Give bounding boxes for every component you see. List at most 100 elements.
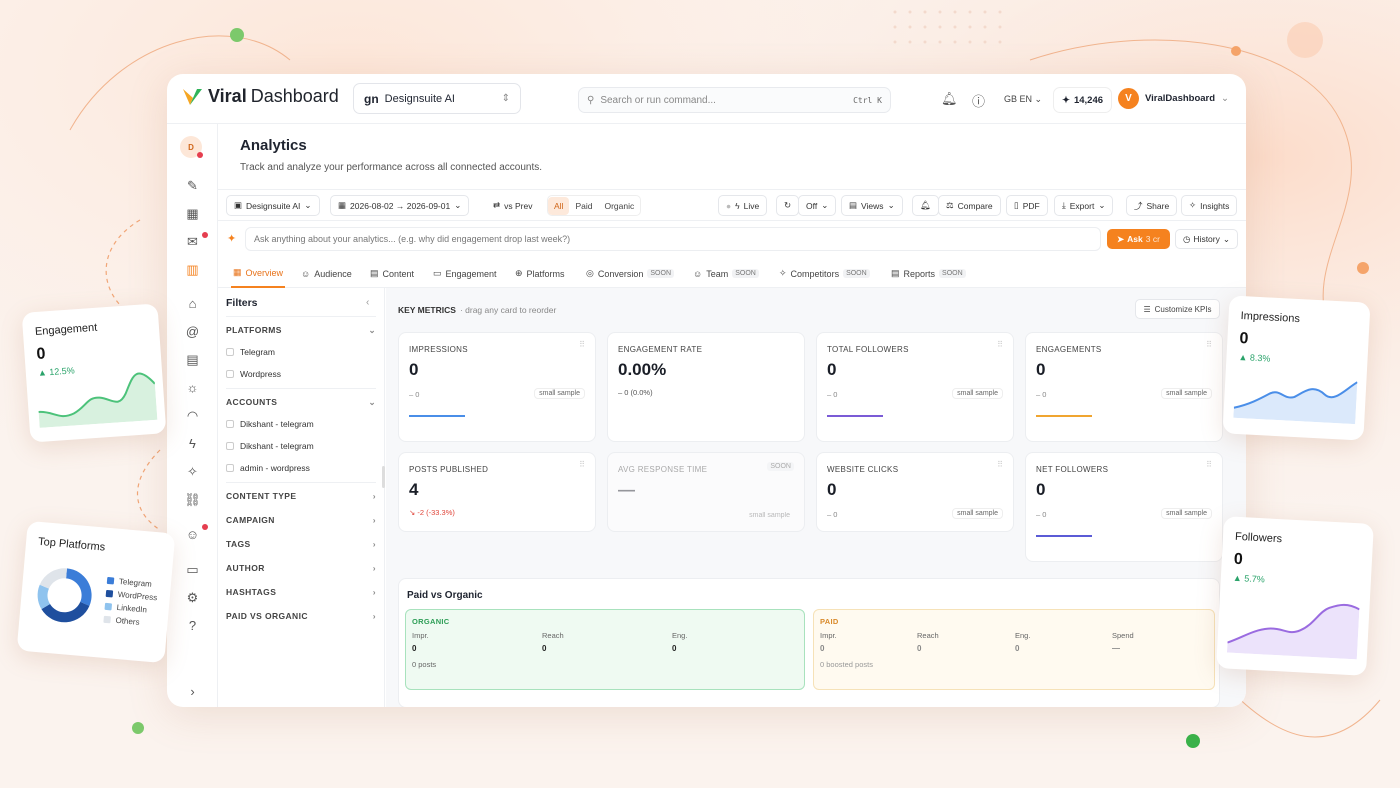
filter-section-hashtags[interactable]: HASHTAGS › (226, 587, 376, 597)
link-icon[interactable]: ⛓ (167, 492, 218, 508)
filter-section-tags[interactable]: TAGS › (226, 539, 376, 549)
home-icon[interactable]: ⌂ (167, 296, 218, 311)
drag-handle-icon[interactable]: ⠿ (997, 340, 1003, 349)
kpi-card-website-clicks[interactable]: WEBSITE CLICKS ⠿ 0 – 0 small sample (816, 452, 1014, 532)
kpi-card-impressions[interactable]: IMPRESSIONS ⠿ 0 – 0 small sample (398, 332, 596, 442)
filter-option[interactable]: Dikshant - telegram (226, 441, 314, 451)
ask-button[interactable]: ➤ Ask 3 cr (1107, 229, 1170, 249)
export-button[interactable]: ⤓ Export ⌄ (1054, 195, 1114, 216)
expand-sidebar-icon[interactable]: › (167, 684, 218, 699)
bell-icon[interactable]: 🔔︎ (941, 91, 958, 107)
drag-handle-icon[interactable]: ⠿ (579, 460, 585, 469)
checkbox[interactable] (226, 442, 234, 450)
lightbulb-icon[interactable]: ☼ (167, 380, 218, 395)
tab-platforms[interactable]: ⊕ Platforms (515, 259, 565, 288)
search-placeholder: Search or run command... (600, 94, 716, 106)
workspace-filter[interactable]: ▣ Designsuite AI ⌄ (226, 195, 320, 216)
calendar-icon[interactable]: ▦ (167, 206, 218, 222)
help-icon[interactable]: ⓘ (972, 91, 985, 110)
segment-paid[interactable]: Paid (569, 197, 598, 215)
history-button[interactable]: ◷ History ⌄ (1175, 229, 1238, 249)
kpi-card-engagements[interactable]: ENGAGEMENTS ⠿ 0 – 0 small sample (1025, 332, 1223, 442)
filter-section-paid-vs-organic[interactable]: PAID VS ORGANIC › (226, 611, 376, 621)
ask-input[interactable]: Ask anything about your analytics... (e.… (245, 227, 1101, 251)
drag-handle-icon[interactable]: ⠿ (997, 460, 1003, 469)
rss-icon[interactable]: ◠ (167, 408, 218, 424)
live-toggle[interactable]: ● ϟ Live (718, 195, 768, 216)
segment-all[interactable]: All (548, 196, 570, 215)
command-search[interactable]: ⚲ Search or run command... Ctrl K (578, 87, 891, 113)
language-selector[interactable]: GB EN ⌄ (1004, 94, 1042, 105)
alerts-button[interactable]: 🔔︎ (912, 195, 939, 216)
lightning-icon[interactable]: ϟ (167, 436, 218, 451)
kpi-value: 0 (827, 360, 837, 379)
pdf-button[interactable]: ▯ PDF (1006, 195, 1048, 216)
filter-section-author[interactable]: AUTHOR › (226, 563, 376, 573)
share-icon: ⤴ (1134, 200, 1143, 211)
checkbox[interactable] (226, 370, 234, 378)
compare-button[interactable]: ⚖ Compare (938, 195, 1001, 216)
tab-conversion[interactable]: ◎ Conversion SOON (586, 259, 675, 288)
filter-option[interactable]: admin - wordpress (226, 463, 310, 473)
drag-handle-icon[interactable]: ⠿ (579, 340, 585, 349)
tab-audience[interactable]: ☺ Audience (301, 259, 352, 288)
team-icon[interactable]: ☺ (167, 527, 218, 542)
mention-icon[interactable]: @ (167, 324, 218, 339)
views-select[interactable]: ▤ Views ⌄ (841, 195, 903, 216)
tab-engagement[interactable]: ▭ Engagement (433, 259, 497, 288)
kpi-card-total-followers[interactable]: TOTAL FOLLOWERS ⠿ 0 – 0 small sample (816, 332, 1014, 442)
checkbox[interactable] (226, 464, 234, 472)
collapse-filters-icon[interactable]: ‹ (366, 297, 369, 308)
brand-logo[interactable]: Viral Dashboard (182, 86, 339, 107)
inbox-icon[interactable]: ✉ (167, 234, 218, 250)
analytics-icon[interactable]: ▥ (167, 262, 218, 278)
paid-vs-organic-title: Paid vs Organic (407, 590, 483, 601)
share-button[interactable]: ⤴ Share (1126, 195, 1178, 216)
segment-organic[interactable]: Organic (598, 197, 640, 215)
small-sample-badge: small sample (952, 388, 1003, 399)
filter-option[interactable]: Dikshant - telegram (226, 419, 314, 429)
drag-handle-icon[interactable]: ⠿ (1206, 340, 1212, 349)
customize-kpis-button[interactable]: ☰ Customize KPIs (1135, 299, 1220, 319)
chevron-right-icon: › (372, 539, 376, 549)
reports-icon: ▤ (891, 268, 900, 278)
kpi-card-posts-published[interactable]: POSTS PUBLISHED ⠿ 4 ↘ -2 (-33.3%) (398, 452, 596, 532)
filter-option[interactable]: Wordpress (226, 369, 281, 379)
refresh-button[interactable]: ↻ (776, 195, 800, 216)
filter-section-accounts[interactable]: ACCOUNTS ⌄ (226, 397, 376, 407)
date-range-picker[interactable]: ▦ 2026-08-02 → 2026-09-01 ⌄ (330, 195, 470, 216)
kpi-card-engagement-rate[interactable]: ENGAGEMENT RATE 0.00% – 0 (0.0%) (607, 332, 805, 442)
filter-section-content-type[interactable]: CONTENT TYPE › (226, 491, 376, 501)
document-icon[interactable]: ▤ (167, 352, 218, 368)
channel-segment[interactable]: All Paid Organic (547, 195, 642, 216)
kpi-delta: – 0 (0.0%) (618, 388, 653, 397)
billing-icon[interactable]: ▭ (167, 562, 218, 578)
compare-prev-toggle[interactable]: ⇄ vs Prev (486, 195, 539, 216)
compose-icon[interactable]: ✎ (167, 178, 218, 194)
credits-counter[interactable]: ✦ 14,246 (1053, 87, 1113, 113)
user-menu[interactable]: V ViralDashboard ⌄ (1118, 88, 1229, 109)
checkbox[interactable] (226, 348, 234, 356)
kpi-card-net-followers[interactable]: NET FOLLOWERS ⠿ 0 – 0 small sample (1025, 452, 1223, 562)
workspace-switcher[interactable]: gn Designsuite AI ⇕ (353, 83, 521, 114)
filter-section-campaign[interactable]: CAMPAIGN › (226, 515, 376, 525)
tab-reports[interactable]: ▤ Reports SOON (891, 259, 966, 288)
tab-team[interactable]: ☺ Team SOON (693, 259, 759, 288)
tab-overview[interactable]: ▦ Overview (231, 259, 286, 288)
auto-refresh-select[interactable]: Off ⌄ (798, 195, 837, 216)
pdf-icon: ▯ (1014, 200, 1019, 210)
checkbox[interactable] (226, 420, 234, 428)
section-label: CONTENT TYPE (226, 491, 297, 501)
tab-competitors[interactable]: ✧ Competitors SOON (779, 259, 870, 288)
settings-icon[interactable]: ⚙ (167, 590, 218, 606)
ai-sparkle-icon[interactable]: ✧ (167, 464, 218, 480)
filter-option[interactable]: Telegram (226, 347, 275, 357)
help-circle-icon[interactable]: ? (167, 618, 218, 633)
posts-count: 0 posts (412, 660, 437, 669)
drag-handle-icon[interactable]: ⠿ (1206, 460, 1212, 469)
tab-content[interactable]: ▤ Content (370, 259, 414, 288)
filter-section-platforms[interactable]: PLATFORMS ⌄ (226, 325, 376, 335)
viral-logo-icon (183, 88, 202, 105)
scrollbar[interactable] (382, 466, 385, 488)
insights-button[interactable]: ✧ Insights (1181, 195, 1238, 216)
